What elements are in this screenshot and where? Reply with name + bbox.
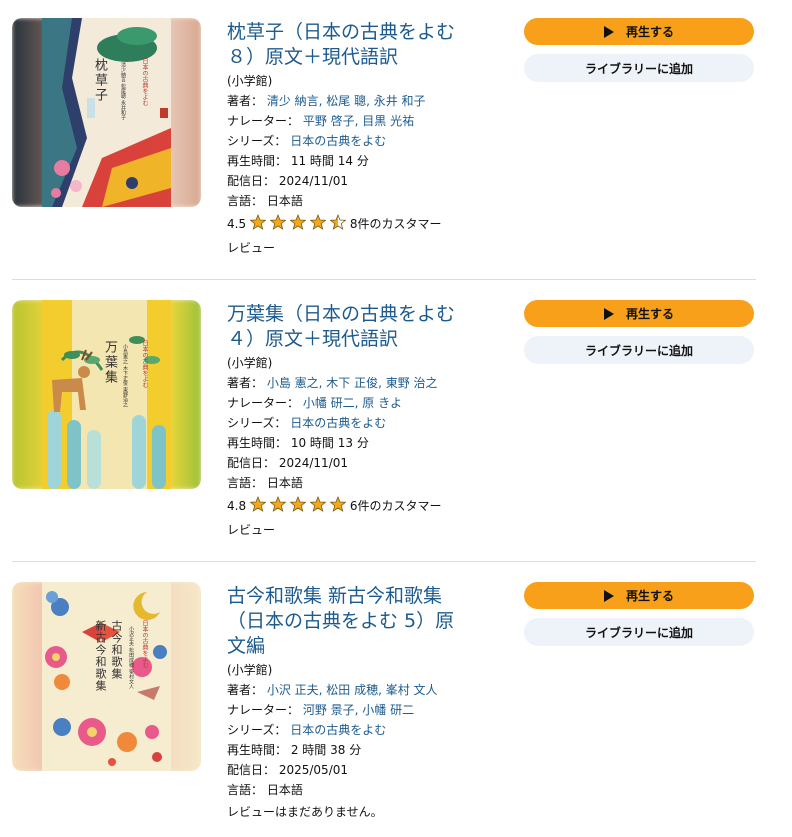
play-button[interactable]: 再生する — [524, 18, 754, 45]
author-link[interactable]: 清少 納言, 松尾 聰, 永井 和子 — [267, 94, 426, 108]
audiobook-item: 枕草子 日本の古典をよむ 清少納言 松尾聰 永井和子 枕草子（日本の古典をよむ８… — [12, 18, 756, 263]
narrator-link[interactable]: 平野 啓子, 目黒 光祐 — [303, 114, 414, 128]
release-date-value: 2024/11/01 — [278, 174, 349, 188]
series-row: シリーズ： 日本の古典をよむ — [227, 134, 387, 148]
star-half-icon — [329, 213, 347, 230]
divider — [12, 561, 756, 562]
runtime-row: 再生時間： 11 時間 14 分 — [227, 154, 369, 168]
publisher: (小学館) — [227, 356, 273, 370]
audiobook-title[interactable]: 万葉集（日本の古典をよむ４）原文＋現代語訳 — [227, 302, 467, 352]
series-link[interactable]: 日本の古典をよむ — [290, 134, 386, 148]
star-rating — [249, 213, 350, 239]
cover-title: 万葉集 — [102, 340, 117, 385]
narrator-row: ナレーター： 河野 景子, 小幡 研二 — [227, 703, 415, 717]
star-icon — [269, 213, 287, 230]
cover-subtitle: 小沢正夫 松田成穂 峯村文人 — [128, 626, 134, 690]
release-date-value: 2025/05/01 — [278, 763, 349, 777]
publisher: (小学館) — [227, 663, 273, 677]
language-value: 日本語 — [266, 194, 303, 208]
review-count-cont: レビュー — [227, 523, 276, 537]
play-icon — [603, 307, 614, 320]
star-icon — [309, 495, 327, 512]
play-button[interactable]: 再生する — [524, 300, 754, 327]
star-icon — [269, 495, 287, 512]
play-button[interactable]: 再生する — [524, 582, 754, 609]
cover-series: 日本の古典をよむ — [141, 620, 148, 668]
language-row: 言語： 日本語 — [227, 783, 303, 797]
language-value: 日本語 — [266, 476, 303, 490]
audiobook-item: 万葉集 日本の古典をよむ 小島憲之 木下正俊 東野治之 万葉集（日本の古典をよむ… — [12, 300, 756, 545]
runtime-row: 再生時間： 10 時間 13 分 — [227, 436, 369, 450]
divider — [12, 279, 756, 280]
star-icon — [289, 213, 307, 230]
runtime-value: 10 時間 13 分 — [290, 436, 369, 450]
audiobook-details: (小学館) 著者： 小沢 正夫, 松田 成穂, 峯村 文人 ナレーター： 河野 … — [227, 660, 487, 824]
language-value: 日本語 — [266, 783, 303, 797]
star-icon — [249, 213, 267, 230]
audiobook-title[interactable]: 古今和歌集 新古今和歌集（日本の古典をよむ 5）原文編 — [227, 584, 467, 659]
series-link[interactable]: 日本の古典をよむ — [290, 723, 386, 737]
series-row: シリーズ： 日本の古典をよむ — [227, 723, 387, 737]
language-row: 言語： 日本語 — [227, 194, 303, 208]
release-date-row: 配信日： 2024/11/01 — [227, 174, 349, 188]
audiobook-item: 古今和歌集 新古今和歌集 日本の古典をよむ 小沢正夫 松田成穂 峯村文人 古今和… — [12, 582, 756, 832]
cover-title: 古今和歌集 — [110, 620, 123, 680]
star-icon — [289, 495, 307, 512]
cover-image[interactable]: 万葉集 日本の古典をよむ 小島憲之 木下正俊 東野治之 — [12, 300, 201, 489]
star-icon — [249, 495, 267, 512]
release-date-row: 配信日： 2025/05/01 — [227, 763, 349, 777]
narrator-link[interactable]: 河野 景子, 小幡 研二 — [303, 703, 414, 717]
add-to-library-button[interactable]: ライブラリーに追加 — [524, 54, 754, 82]
publisher: (小学館) — [227, 74, 273, 88]
cover-series: 日本の古典をよむ — [141, 58, 148, 106]
add-to-library-button[interactable]: ライブラリーに追加 — [524, 618, 754, 646]
review-count-cont: レビュー — [227, 241, 276, 255]
no-reviews-text: レビューはまだありません。 — [227, 805, 383, 819]
star-icon — [329, 495, 347, 512]
cover-image[interactable]: 古今和歌集 新古今和歌集 日本の古典をよむ 小沢正夫 松田成穂 峯村文人 — [12, 582, 201, 771]
language-row: 言語： 日本語 — [227, 476, 303, 490]
narrator-row: ナレーター： 平野 啓子, 目黒 光祐 — [227, 114, 415, 128]
narrator-link[interactable]: 小幡 研二, 原 きよ — [303, 396, 402, 410]
cover-series: 日本の古典をよむ — [141, 340, 148, 388]
release-date-row: 配信日： 2024/11/01 — [227, 456, 349, 470]
series-link[interactable]: 日本の古典をよむ — [290, 416, 386, 430]
audiobook-title[interactable]: 枕草子（日本の古典をよむ８）原文＋現代語訳 — [227, 20, 467, 70]
play-icon — [603, 25, 614, 38]
cover-art — [42, 18, 171, 207]
cover-subtitle: 清少納言 松尾聰 永井和子 — [120, 62, 126, 121]
cover-title-2: 新古今和歌集 — [94, 620, 107, 692]
runtime-value: 2 時間 38 分 — [290, 743, 362, 757]
narrator-row: ナレーター： 小幡 研二, 原 きよ — [227, 396, 403, 410]
audiobook-details: (小学館) 著者： 小島 憲之, 木下 正俊, 東野 治之 ナレーター： 小幡 … — [227, 353, 487, 541]
star-rating — [249, 495, 350, 521]
release-date-value: 2024/11/01 — [278, 456, 349, 470]
author-row: 著者： 清少 納言, 松尾 聰, 永井 和子 — [227, 94, 426, 108]
rating-value: 4.5 — [227, 217, 247, 231]
runtime-value: 11 時間 14 分 — [290, 154, 369, 168]
runtime-row: 再生時間： 2 時間 38 分 — [227, 743, 362, 757]
audiobook-details: (小学館) 著者： 清少 納言, 松尾 聰, 永井 和子 ナレーター： 平野 啓… — [227, 71, 487, 259]
author-row: 著者： 小沢 正夫, 松田 成穂, 峯村 文人 — [227, 683, 438, 697]
star-icon — [309, 213, 327, 230]
review-count: 8件のカスタマー — [349, 217, 442, 231]
rating-value: 4.8 — [227, 499, 247, 513]
rating-row[interactable]: 4.5 8件のカスタマー — [227, 211, 487, 237]
series-row: シリーズ： 日本の古典をよむ — [227, 416, 387, 430]
add-to-library-button[interactable]: ライブラリーに追加 — [524, 336, 754, 364]
cover-subtitle: 小島憲之 木下正俊 東野治之 — [122, 344, 128, 408]
author-row: 著者： 小島 憲之, 木下 正俊, 東野 治之 — [227, 376, 438, 390]
cover-title: 枕草子 — [92, 58, 107, 103]
author-link[interactable]: 小島 憲之, 木下 正俊, 東野 治之 — [267, 376, 438, 390]
author-link[interactable]: 小沢 正夫, 松田 成穂, 峯村 文人 — [267, 683, 438, 697]
cover-image[interactable]: 枕草子 日本の古典をよむ 清少納言 松尾聰 永井和子 — [12, 18, 201, 207]
rating-row[interactable]: 4.8 6件のカスタマー — [227, 493, 487, 519]
review-count: 6件のカスタマー — [349, 499, 442, 513]
cover-art — [42, 300, 171, 489]
play-icon — [603, 589, 614, 602]
